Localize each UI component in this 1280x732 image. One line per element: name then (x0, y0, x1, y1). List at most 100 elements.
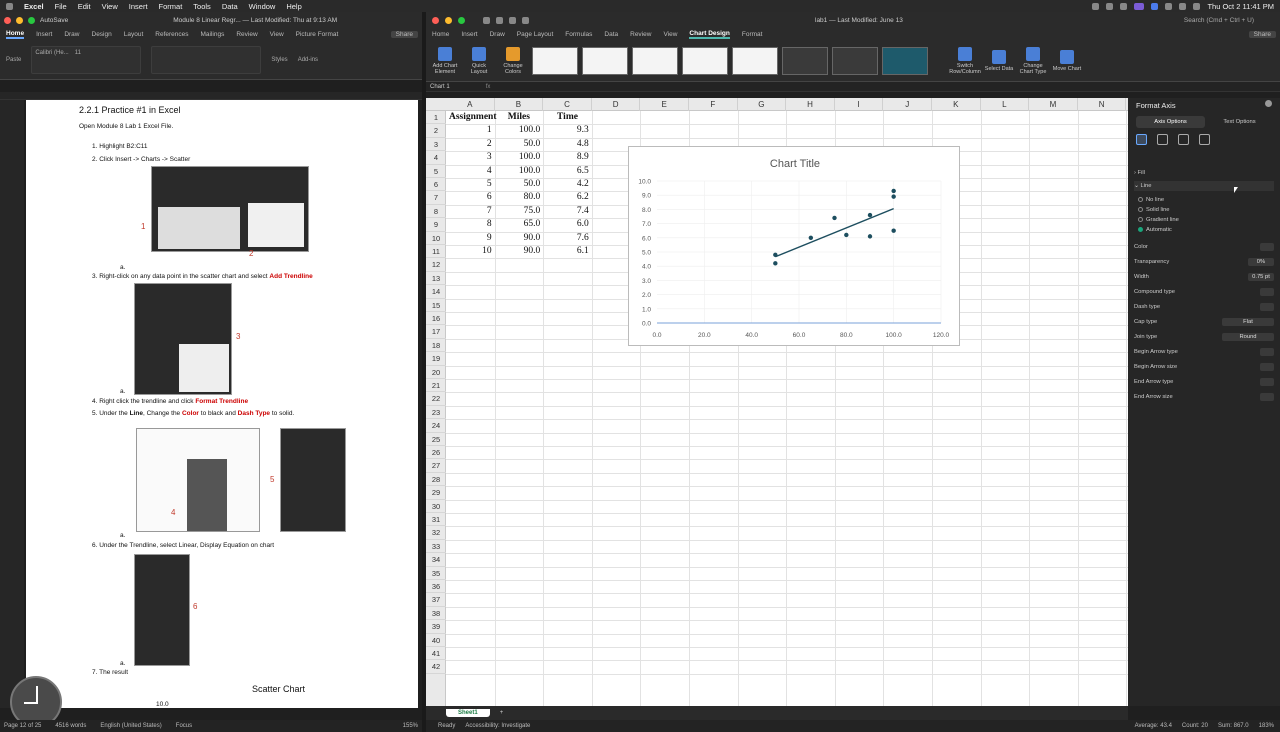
fx-button[interactable]: fx (486, 84, 491, 90)
search-icon[interactable] (1179, 2, 1187, 10)
axis-options-icon[interactable] (1199, 134, 1210, 145)
row-header[interactable]: 35 (426, 567, 446, 580)
zoom-window-button[interactable] (28, 16, 35, 24)
word-tab-layout[interactable]: Layout (124, 31, 144, 38)
end-arrow-size-select[interactable] (1260, 393, 1274, 401)
column-header-E[interactable]: E (640, 98, 689, 111)
column-header-J[interactable]: J (883, 98, 932, 111)
row-header[interactable]: 2 (426, 124, 446, 138)
row-header[interactable]: 10 (426, 232, 446, 245)
data-cell[interactable]: 8.9 (546, 151, 589, 164)
menu-window[interactable]: Window (249, 2, 276, 11)
scatter-chart[interactable]: Chart Title 0.0 1.0 2.0 3.0 4.0 5.0 6.0 7.0 8.0 9… (628, 146, 960, 346)
row-header[interactable]: 15 (426, 299, 446, 312)
column-header-L[interactable]: L (981, 98, 1030, 111)
data-cell[interactable]: 75.0 (498, 205, 541, 218)
data-cell[interactable]: 9 (449, 232, 492, 245)
data-cell[interactable]: 50.0 (498, 138, 541, 151)
chart-title[interactable]: Chart Title (770, 158, 820, 170)
word-tab-references[interactable]: References (155, 31, 188, 38)
row-header[interactable]: 31 (426, 513, 446, 527)
undo-icon[interactable] (509, 16, 516, 24)
tab-text-options[interactable]: Text Options (1205, 116, 1274, 128)
data-cell[interactable]: 3 (449, 151, 492, 164)
column-header-I[interactable]: I (835, 98, 884, 111)
row-header[interactable]: 17 (426, 325, 446, 339)
paste-button[interactable]: Paste (6, 57, 21, 63)
menu-tools[interactable]: Tools (193, 2, 211, 11)
column-header-F[interactable]: F (689, 98, 738, 111)
excel-tab-review[interactable]: Review (630, 31, 651, 38)
excel-zoom-level[interactable]: 183% (1259, 723, 1274, 729)
effects-icon[interactable] (1157, 134, 1168, 145)
name-box[interactable]: Chart 1 (430, 84, 450, 90)
menu-view[interactable]: View (102, 2, 118, 11)
word-tab-mailings[interactable]: Mailings (201, 31, 225, 38)
row-header[interactable]: 39 (426, 620, 446, 634)
row-header[interactable]: 9 (426, 218, 446, 232)
close-window-button[interactable] (432, 16, 439, 24)
data-cell[interactable]: 9.3 (546, 124, 589, 137)
change-colors-button[interactable]: Change Colors (498, 46, 528, 75)
row-header[interactable]: 6 (426, 178, 446, 192)
status-icon[interactable] (1120, 2, 1128, 10)
data-cell[interactable]: 6.5 (546, 165, 589, 178)
data-cell[interactable]: 6.2 (546, 191, 589, 204)
excel-tab-formulas[interactable]: Formulas (565, 31, 592, 38)
header-cell[interactable]: Assignment (449, 111, 497, 124)
end-arrow-type-select[interactable] (1260, 378, 1274, 386)
close-pane-icon[interactable] (1265, 100, 1272, 107)
menu-file[interactable]: File (55, 2, 67, 11)
word-tab-view[interactable]: View (270, 31, 284, 38)
menu-app[interactable]: Excel (24, 2, 44, 11)
font-size-select[interactable]: 11 (75, 50, 81, 70)
data-cell[interactable]: 6.0 (546, 218, 589, 231)
chart-style-8[interactable] (882, 46, 928, 75)
data-cell[interactable]: 50.0 (498, 178, 541, 191)
screen-record-icon[interactable] (1134, 2, 1145, 10)
column-header-B[interactable]: B (495, 98, 544, 111)
zoom-window-button[interactable] (458, 16, 465, 24)
row-header[interactable]: 33 (426, 540, 446, 554)
language[interactable]: English (United States) (100, 723, 161, 729)
data-cell[interactable]: 10 (449, 245, 492, 258)
select-data-button[interactable]: Select Data (984, 49, 1014, 72)
width-input[interactable]: 0.75 pt (1248, 273, 1274, 281)
tab-axis-options[interactable]: Axis Options (1136, 116, 1205, 128)
excel-tab-home[interactable]: Home (432, 31, 449, 38)
status-accessibility[interactable]: Accessibility: Investigate (465, 723, 530, 729)
chart-style-2[interactable] (582, 46, 628, 75)
row-header[interactable]: 16 (426, 312, 446, 326)
control-center-icon[interactable] (1193, 2, 1201, 10)
row-header[interactable]: 42 (426, 660, 446, 674)
size-properties-icon[interactable] (1178, 134, 1189, 145)
chart-style-4[interactable] (682, 46, 728, 75)
data-cell[interactable]: 4.8 (546, 138, 589, 151)
row-header[interactable]: 40 (426, 634, 446, 647)
row-header[interactable]: 32 (426, 526, 446, 540)
data-cell[interactable]: 7 (449, 205, 492, 218)
excel-tab-draw[interactable]: Draw (490, 31, 505, 38)
word-tab-home[interactable]: Home (6, 30, 25, 39)
fill-line-icon[interactable] (1136, 134, 1147, 145)
begin-arrow-type-select[interactable] (1260, 348, 1274, 356)
autosave-label[interactable]: AutoSave (40, 17, 68, 24)
data-cell[interactable]: 2 (449, 138, 492, 151)
word-zoom-level[interactable]: 155% (403, 723, 422, 729)
row-header[interactable]: 4 (426, 151, 446, 165)
minimize-window-button[interactable] (16, 16, 23, 24)
excel-tab-format[interactable]: Format (742, 31, 763, 38)
data-cell[interactable]: 7.4 (546, 205, 589, 218)
change-chart-type-button[interactable]: Change Chart Type (1018, 46, 1048, 75)
row-header[interactable]: 24 (426, 419, 446, 433)
column-header-M[interactable]: M (1029, 98, 1078, 111)
data-cell[interactable]: 6 (449, 191, 492, 204)
data-cell[interactable]: 7.6 (546, 232, 589, 245)
data-cell[interactable]: 1 (449, 124, 492, 137)
worksheet-grid[interactable]: ABCDEFGHIJKLMN 1 2 3 4 5 6 7 8 9 10 11 12 13 14 15 16 17… (426, 98, 1128, 706)
addins-button[interactable]: Add-ins (298, 57, 318, 63)
data-cell[interactable]: 100.0 (498, 165, 540, 178)
radio-solid-line[interactable]: Solid line (1138, 205, 1278, 215)
row-header[interactable]: 22 (426, 392, 446, 406)
column-header-K[interactable]: K (932, 98, 981, 111)
